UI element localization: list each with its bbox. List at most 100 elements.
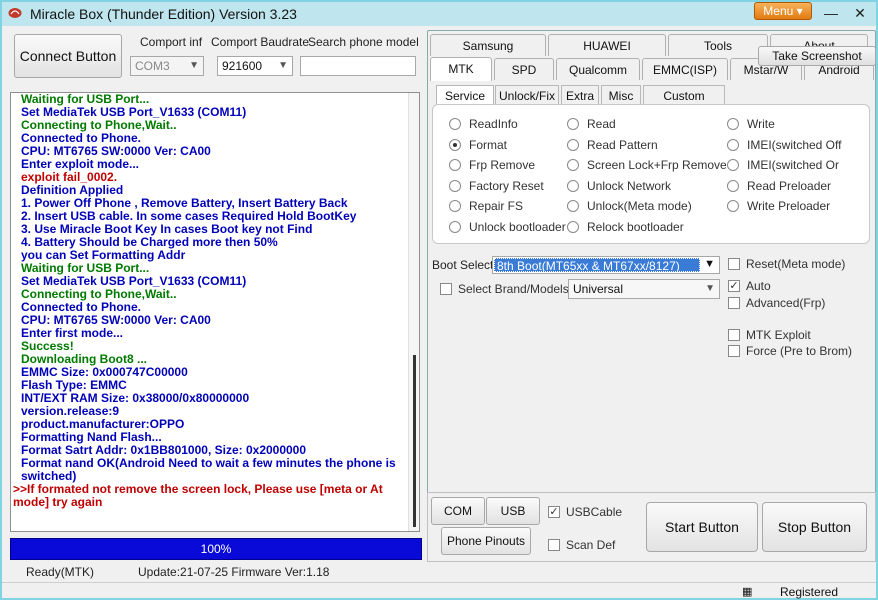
- radio-readinfo[interactable]: ReadInfo: [449, 116, 518, 132]
- radio-label: Repair FS: [469, 199, 524, 214]
- boot-select[interactable]: 8th Boot(MT65xx & MT67xx/8127) ▼: [492, 256, 720, 274]
- radio-circle-icon: [567, 159, 579, 172]
- usb-cable-checkbox[interactable]: ✓ USBCable: [548, 504, 622, 520]
- checkbox-box: [728, 297, 740, 309]
- log-line: >>If formated not remove the screen lock…: [13, 482, 383, 509]
- comport-label: Comport inf: [140, 35, 203, 49]
- radio-circle-icon: [567, 200, 579, 213]
- stop-button[interactable]: Stop Button: [762, 502, 867, 552]
- radio-unlock-bootloader[interactable]: Unlock bootloader: [449, 219, 566, 235]
- boot-select-label: Boot Select:: [432, 258, 497, 272]
- log-lines: Waiting for USB Port... Set MediaTek USB …: [11, 93, 407, 509]
- radio-imei-switched-or[interactable]: IMEI(switched Or: [727, 157, 839, 173]
- scan-def-checkbox[interactable]: Scan Def: [548, 537, 615, 553]
- checkbox-box: [728, 329, 740, 341]
- checkbox-box: [440, 283, 452, 295]
- minimize-button[interactable]: —: [820, 4, 842, 22]
- radio-format[interactable]: Format: [449, 137, 507, 153]
- subtab-misc[interactable]: Misc: [601, 85, 641, 105]
- status-registered: Registered: [780, 585, 839, 599]
- keyboard-icon: ▦: [742, 586, 753, 598]
- subtab-unlock-fix[interactable]: Unlock/Fix: [495, 85, 559, 105]
- radio-unlock-network[interactable]: Unlock Network: [567, 178, 671, 194]
- title-bar: Miracle Box (Thunder Edition) Version 3.…: [2, 2, 876, 26]
- radio-write-preloader[interactable]: Write Preloader: [727, 198, 830, 214]
- tab-qualcomm[interactable]: Qualcomm: [556, 58, 640, 80]
- usb-scan-button[interactable]: USB Scan: [486, 497, 540, 544]
- subtab-extra[interactable]: Extra: [561, 85, 599, 105]
- option-force-pre-to-brom-checkbox[interactable]: Force (Pre to Brom): [728, 343, 852, 359]
- comport-select[interactable]: COM3 ▼: [130, 56, 204, 76]
- radio-imei-switched-off[interactable]: IMEI(switched Off: [727, 137, 841, 153]
- tab-mtk[interactable]: MTK: [430, 57, 492, 81]
- option-advanced-frp-checkbox[interactable]: Advanced(Frp): [728, 295, 825, 311]
- option-label: Force (Pre to Brom): [746, 344, 853, 358]
- select-brand-label: Select Brand/Models: [458, 282, 569, 296]
- status-bar-bottom: ▦ Registered: [2, 582, 876, 600]
- subtab-service[interactable]: Service: [436, 85, 494, 106]
- menu-button[interactable]: Menu ▾: [754, 2, 812, 20]
- option-mtk-exploit-checkbox[interactable]: MTK Exploit: [728, 327, 811, 343]
- option-label: Reset(Meta mode): [746, 257, 846, 271]
- com-scan-button[interactable]: COM Scan: [431, 497, 485, 544]
- radio-repair-fs[interactable]: Repair FS: [449, 198, 523, 214]
- radio-circle-icon: [567, 221, 579, 233]
- search-model-label: Search phone model: [308, 35, 419, 49]
- radio-label: Read: [587, 117, 616, 131]
- scrollbar-thumb[interactable]: [413, 355, 416, 527]
- baudrate-label: Comport Baudrate: [211, 35, 310, 49]
- radio-circle-icon: [567, 118, 579, 130]
- radio-write[interactable]: Write: [727, 116, 775, 132]
- log-scrollbar[interactable]: [408, 93, 419, 531]
- radio-circle-icon: [727, 179, 739, 192]
- option-label: Auto: [746, 279, 771, 293]
- log-panel[interactable]: Waiting for USB Port... Set MediaTek USB …: [10, 92, 420, 532]
- radio-label: Unlock bootloader: [469, 220, 566, 234]
- radio-circle-icon: [727, 138, 739, 151]
- option-auto-checkbox[interactable]: ✓ Auto: [728, 278, 771, 294]
- caret-down-icon: ▾: [796, 4, 803, 18]
- chevron-down-icon: ▼: [705, 283, 715, 294]
- checkbox-box: ✓: [728, 280, 740, 292]
- radio-circle-icon: [727, 200, 739, 213]
- radio-read[interactable]: Read: [567, 116, 616, 132]
- checkbox-box: [548, 539, 560, 551]
- select-brand-checkbox[interactable]: Select Brand/Models: [440, 281, 569, 297]
- radio-circle-icon: [567, 179, 579, 192]
- take-screenshot-button[interactable]: Take Screenshot: [758, 46, 876, 66]
- phone-pinouts-button[interactable]: Phone Pinouts: [441, 527, 531, 555]
- radio-factory-reset[interactable]: Factory Reset: [449, 178, 544, 194]
- radio-label: Write: [747, 117, 775, 131]
- option-reset-meta-mode-checkbox[interactable]: Reset(Meta mode): [728, 256, 845, 272]
- chevron-down-icon: ▼: [704, 258, 715, 270]
- radio-circle-icon: [449, 221, 461, 233]
- radio-frp-remove[interactable]: Frp Remove: [449, 157, 535, 173]
- radio-unlock-meta-mode[interactable]: Unlock(Meta mode): [567, 198, 692, 214]
- radio-screen-lock-frp-remove[interactable]: Screen Lock+Frp Remove: [567, 157, 727, 173]
- connect-button[interactable]: Connect Button: [14, 34, 122, 78]
- subtab-custom-setting[interactable]: Custom Setting: [643, 85, 725, 123]
- radio-circle-icon: [727, 159, 739, 172]
- tab-spd[interactable]: SPD: [494, 58, 554, 80]
- radio-relock-bootloader[interactable]: Relock bootloader: [567, 219, 684, 235]
- comport-value: COM3: [135, 59, 170, 73]
- tab-huawei[interactable]: HUAWEI: [548, 34, 666, 56]
- radio-read-pattern[interactable]: Read Pattern: [567, 137, 658, 153]
- close-button[interactable]: ✕: [849, 4, 871, 22]
- tab-emmc-isp[interactable]: EMMC(ISP): [642, 58, 728, 80]
- status-bar: Ready(MTK) Update:21-07-25 Firmware Ver:…: [2, 563, 876, 581]
- radio-circle-icon: [567, 138, 579, 151]
- radio-read-preloader[interactable]: Read Preloader: [727, 178, 831, 194]
- baudrate-select[interactable]: 921600 ▼: [217, 56, 293, 76]
- search-model-input[interactable]: [300, 56, 416, 76]
- option-label: Advanced(Frp): [746, 296, 826, 310]
- brand-model-select[interactable]: Universal ▼: [568, 279, 720, 299]
- brand-model-value: Universal: [573, 282, 624, 296]
- tab-samsung[interactable]: Samsung: [430, 34, 546, 56]
- radio-label: Factory Reset: [469, 178, 544, 193]
- radio-label: Relock bootloader: [587, 220, 684, 234]
- log-line: Format nand OK(Android Need to wait a fe…: [21, 456, 396, 483]
- baudrate-value: 921600: [222, 59, 263, 73]
- start-button[interactable]: Start Button: [646, 502, 758, 552]
- tab-tools[interactable]: Tools: [668, 34, 768, 56]
